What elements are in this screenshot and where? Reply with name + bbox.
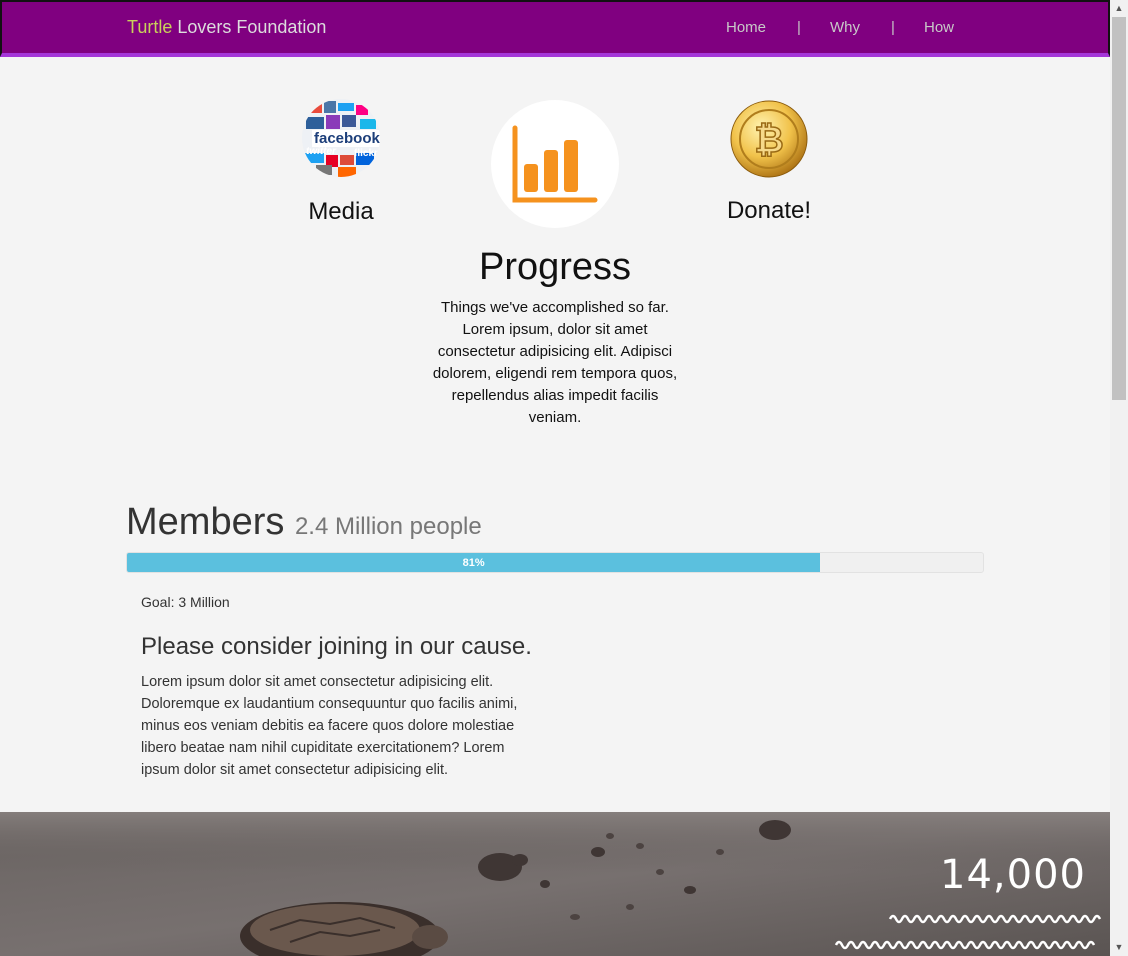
join-description: Lorem ipsum dolor sit amet consectetur a…: [141, 674, 518, 778]
bitcoin-coin-icon[interactable]: ₿: [730, 100, 808, 178]
social-media-collage-icon[interactable]: facebook twitter flickr: [302, 99, 380, 177]
nav-separator: |: [797, 19, 801, 36]
page: Turtle Lovers Foundation Home | Why | Ho…: [0, 0, 1110, 956]
join-heading: Please consider joining in our cause.: [141, 633, 532, 660]
flickr-word: flickr: [354, 148, 378, 159]
facebook-word: facebook: [312, 130, 380, 147]
twitter-word: twitter: [306, 146, 336, 157]
nav-separator: |: [891, 19, 895, 36]
turtle-beach-banner: 14,000: [0, 812, 1110, 956]
members-goal: Goal: 3 Million: [141, 594, 230, 610]
vertical-scrollbar[interactable]: ▲ ▼: [1110, 0, 1128, 956]
members-heading: Members 2.4 Million people: [126, 501, 482, 544]
donate-label[interactable]: Donate!: [708, 197, 830, 225]
nav-link-how[interactable]: How: [924, 19, 954, 36]
banner-count: 14,000: [940, 852, 1086, 898]
nav-link-home[interactable]: Home: [726, 19, 766, 36]
members-progress-bar: 81%: [126, 552, 984, 573]
members-title: Members: [126, 501, 285, 543]
members-progress-fill: 81%: [127, 553, 821, 572]
scribble-decoration: [834, 914, 1102, 950]
nav-link-why[interactable]: Why: [830, 19, 860, 36]
progress-title: Progress: [478, 246, 632, 288]
scroll-up-arrow-icon[interactable]: ▲: [1110, 0, 1128, 17]
members-subtitle: 2.4 Million people: [294, 513, 482, 540]
progress-percent-label: 81%: [462, 556, 485, 569]
brand-rest: Lovers Foundation: [172, 17, 327, 37]
bar-chart-icon[interactable]: [491, 100, 619, 228]
brand-logo-text[interactable]: Turtle Lovers Foundation: [127, 17, 326, 38]
scrollbar-thumb[interactable]: [1112, 17, 1126, 400]
svg-text:₿: ₿: [754, 120, 783, 161]
media-label: Media: [308, 198, 374, 225]
brand-highlight: Turtle: [127, 17, 173, 37]
navbar: Turtle Lovers Foundation Home | Why | Ho…: [0, 0, 1110, 57]
progress-description: Things we've accomplished so far. Lorem …: [432, 299, 678, 426]
scroll-down-arrow-icon[interactable]: ▼: [1110, 939, 1128, 956]
